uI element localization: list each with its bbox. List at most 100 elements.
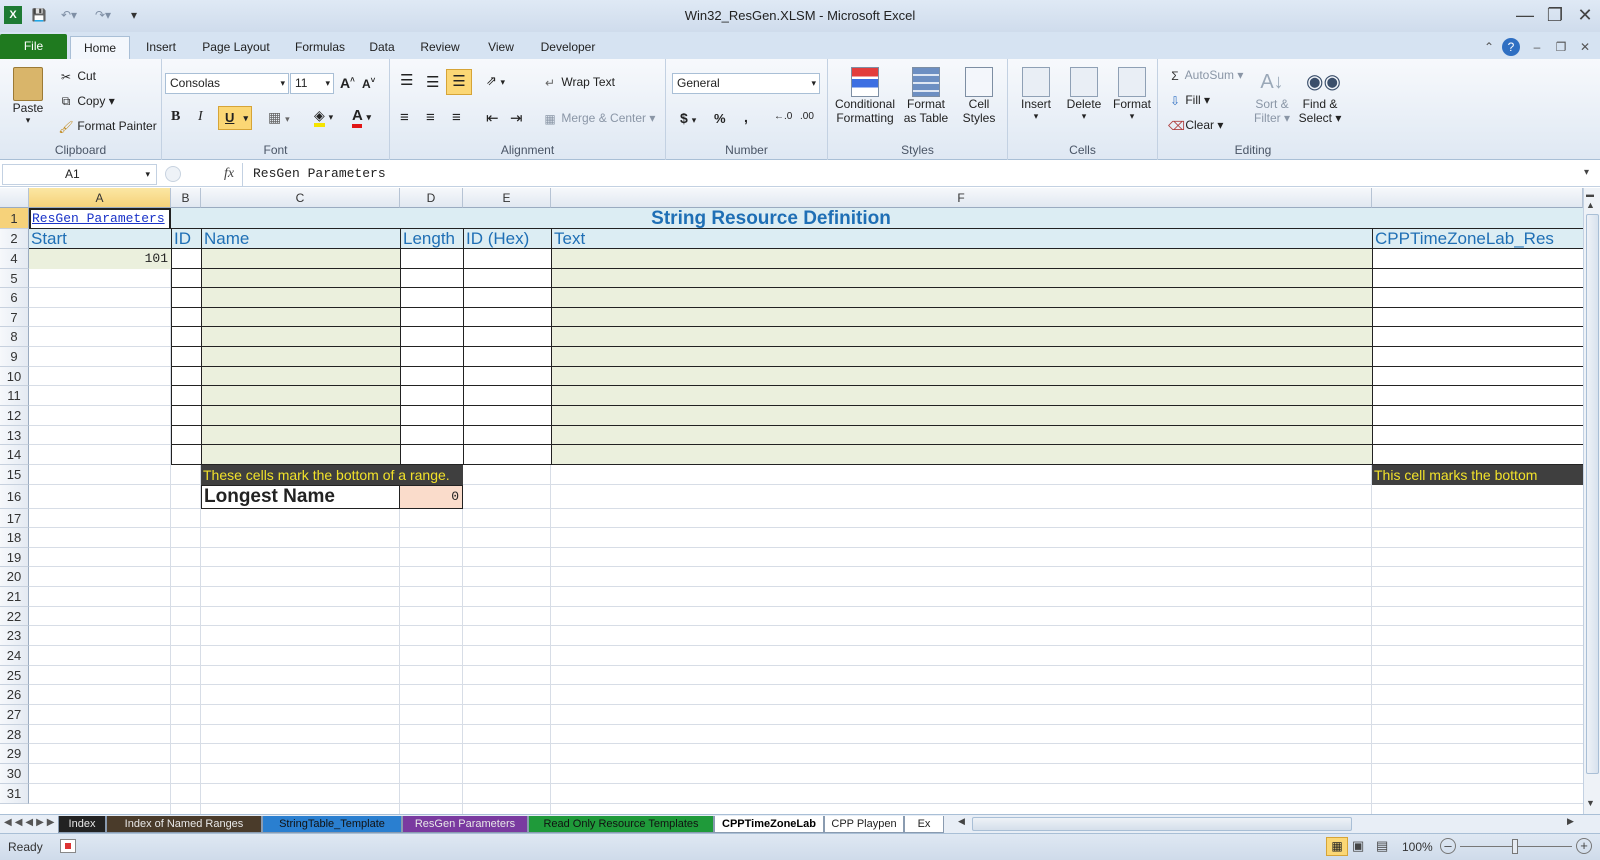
table-cell[interactable] xyxy=(551,249,1372,269)
table-cell[interactable] xyxy=(551,269,1372,288)
row-header[interactable]: 6 xyxy=(0,288,29,308)
row-header[interactable]: 30 xyxy=(0,764,29,784)
workbook-restore-icon[interactable]: ❐ xyxy=(1552,36,1570,59)
table-cell[interactable] xyxy=(201,426,400,445)
table-cell[interactable] xyxy=(551,426,1372,445)
row-header[interactable]: 29 xyxy=(0,744,29,764)
table-cell[interactable] xyxy=(400,288,463,308)
table-cell[interactable] xyxy=(400,426,463,445)
workbook-minimize-icon[interactable]: – xyxy=(1528,36,1546,59)
table-cell[interactable] xyxy=(551,367,1372,386)
table-cell[interactable] xyxy=(400,445,463,465)
table-cell[interactable] xyxy=(463,288,551,308)
worksheet-grid[interactable]: A B C D E F 1 2 4 5 6 7 8 9 10 11 12 13 14 15 16 17 18 19… xyxy=(0,188,1583,814)
table-cell[interactable] xyxy=(463,367,551,386)
table-cell[interactable] xyxy=(463,406,551,426)
table-cell[interactable] xyxy=(463,269,551,288)
zoom-slider-thumb[interactable] xyxy=(1512,839,1518,854)
table-cell[interactable] xyxy=(551,445,1372,465)
clear-button[interactable]: ⌫ Clear ▾ xyxy=(1168,118,1223,133)
table-cell[interactable] xyxy=(551,308,1372,327)
page-layout-view-icon[interactable]: ▣ xyxy=(1352,838,1364,854)
tab-formulas[interactable]: Formulas xyxy=(290,36,350,59)
increase-indent-icon[interactable]: ⇥ xyxy=(510,109,523,127)
formula-expand-icon[interactable] xyxy=(165,166,181,182)
row-header[interactable]: 27 xyxy=(0,705,29,725)
wrap-text-button[interactable]: ↵ Wrap Text xyxy=(542,75,615,90)
table-cell[interactable] xyxy=(1372,288,1583,308)
cell-a1-link[interactable]: ResGen Parameters xyxy=(29,208,171,230)
table-cell[interactable] xyxy=(400,249,463,269)
table-cell[interactable] xyxy=(400,269,463,288)
table-cell[interactable] xyxy=(400,308,463,327)
row-header[interactable]: 28 xyxy=(0,725,29,744)
table-cell[interactable] xyxy=(201,308,400,327)
align-middle-icon[interactable]: ☰ xyxy=(426,73,439,91)
normal-view-icon[interactable]: ▦ xyxy=(1326,837,1348,856)
table-cell[interactable] xyxy=(551,288,1372,308)
table-cell[interactable] xyxy=(463,347,551,367)
insert-cells-button[interactable]: Insert ▾ xyxy=(1014,67,1058,122)
table-cell[interactable] xyxy=(1372,367,1583,386)
row-header[interactable]: 22 xyxy=(0,607,29,626)
name-box[interactable]: A1 ▾ xyxy=(2,164,157,185)
tab-review[interactable]: Review xyxy=(414,36,466,59)
tab-file[interactable]: File xyxy=(0,34,67,59)
format-cells-button[interactable]: Format ▾ xyxy=(1110,67,1154,122)
bold-button[interactable]: B xyxy=(171,109,180,125)
column-header-c[interactable]: C xyxy=(201,188,400,208)
row-header[interactable]: 11 xyxy=(0,386,29,406)
table-cell[interactable] xyxy=(551,347,1372,367)
row-header[interactable]: 23 xyxy=(0,626,29,646)
horizontal-scroll-thumb[interactable] xyxy=(972,817,1352,831)
formula-input[interactable]: ResGen Parameters xyxy=(242,163,1600,186)
scroll-down-icon[interactable]: ▼ xyxy=(1586,798,1595,808)
sheet-tab[interactable]: Index xyxy=(58,816,106,833)
minimize-icon[interactable]: — xyxy=(1512,4,1538,26)
row-header[interactable]: 8 xyxy=(0,327,29,347)
table-cell[interactable] xyxy=(201,327,400,347)
fill-button[interactable]: ⇩ Fill ▾ xyxy=(1168,93,1210,108)
table-cell[interactable] xyxy=(201,249,400,269)
row-header[interactable]: 4 xyxy=(0,249,29,269)
table-cell[interactable] xyxy=(1372,308,1583,327)
table-cell[interactable] xyxy=(171,327,201,347)
table-cell[interactable] xyxy=(400,386,463,406)
page-break-view-icon[interactable]: ▤ xyxy=(1376,838,1388,854)
column-header-a[interactable]: A xyxy=(29,188,171,208)
split-box-icon[interactable]: ▬ xyxy=(1586,190,1598,199)
row-header[interactable]: 10 xyxy=(0,367,29,386)
table-cell[interactable] xyxy=(171,367,201,386)
column-header-g[interactable] xyxy=(1372,188,1583,208)
table-cell[interactable] xyxy=(171,249,201,269)
restore-icon[interactable]: ❐ xyxy=(1542,4,1568,26)
table-cell[interactable] xyxy=(1372,269,1583,288)
currency-icon[interactable]: $ ▾ xyxy=(680,110,696,126)
font-size-select[interactable]: 11 ▾ xyxy=(290,73,334,94)
help-icon[interactable]: ? xyxy=(1502,38,1520,56)
table-cell[interactable] xyxy=(400,327,463,347)
font-color-icon[interactable]: A ▾ xyxy=(352,107,371,128)
column-header-d[interactable]: D xyxy=(400,188,463,208)
vertical-scroll-thumb[interactable] xyxy=(1586,214,1599,774)
format-as-table-button[interactable]: Format as Table xyxy=(900,67,952,125)
sheet-tab[interactable]: Read Only Resource Templates xyxy=(528,816,714,833)
table-cell[interactable] xyxy=(400,347,463,367)
sheet-nav-icon[interactable]: ◀◀◀▶▶ xyxy=(4,817,57,828)
row-header[interactable]: 26 xyxy=(0,685,29,705)
table-cell[interactable] xyxy=(201,367,400,386)
sheet-tab[interactable]: ResGen Parameters xyxy=(402,816,528,833)
longest-name-value[interactable]: 0 xyxy=(399,485,463,509)
select-all-corner[interactable] xyxy=(0,188,29,208)
copy-button[interactable]: ⧉ Copy ▾ xyxy=(58,94,115,109)
italic-button[interactable]: I xyxy=(198,109,203,125)
table-cell[interactable] xyxy=(1372,386,1583,406)
table-cell[interactable] xyxy=(171,386,201,406)
table-cell[interactable] xyxy=(463,386,551,406)
tab-insert[interactable]: Insert xyxy=(138,36,184,59)
row-header[interactable]: 18 xyxy=(0,528,29,548)
minimize-ribbon-icon[interactable]: ⌃ xyxy=(1480,36,1498,59)
row-header[interactable]: 1 xyxy=(0,208,29,229)
sort-filter-button[interactable]: A↓ Sort & Filter ▾ xyxy=(1252,67,1292,125)
align-center-icon[interactable]: ≡ xyxy=(426,109,435,126)
